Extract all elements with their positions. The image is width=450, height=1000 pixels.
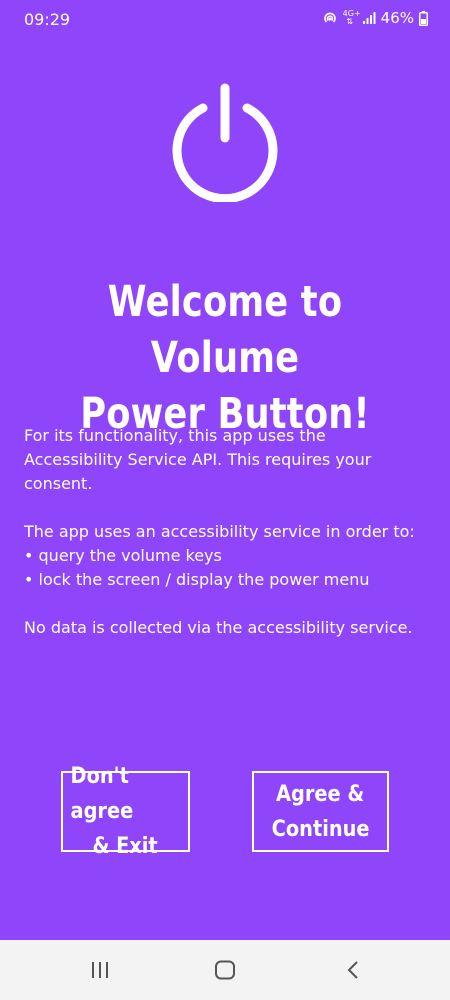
consent-text: For its functionality, this app uses the…	[24, 424, 429, 640]
privacy-paragraph: No data is collected via the accessibili…	[24, 618, 413, 637]
recent-apps-icon[interactable]	[87, 958, 113, 982]
power-icon	[172, 83, 278, 202]
disagree-button-line-2: & Exit	[92, 834, 159, 859]
network-arrows: ⇅	[346, 17, 353, 26]
back-icon[interactable]	[340, 958, 366, 982]
hotspot-icon	[323, 12, 336, 23]
disagree-exit-button[interactable]: Don't agree & Exit	[61, 764, 190, 859]
agree-continue-button[interactable]: Agree & Continue	[252, 771, 389, 852]
status-icons: 4G+ ⇅ 46%	[322, 9, 428, 27]
battery-percentage: 46%	[380, 9, 414, 27]
battery-icon	[419, 10, 428, 26]
bullet-item: • lock the screen / display the power me…	[24, 570, 370, 589]
disagree-button-line-1: Don't agree	[70, 764, 134, 824]
agree-button-line-1: Agree &	[276, 781, 365, 807]
status-bar: 09:29 4G+ ⇅ 46%	[0, 0, 450, 36]
uses-intro-paragraph: The app uses an accessibility service in…	[24, 522, 415, 541]
intro-paragraph: For its functionality, this app uses the…	[24, 426, 372, 493]
network-4g-icon: 4G+ ⇅	[343, 10, 361, 26]
status-time: 09:29	[24, 10, 71, 29]
agree-button-line-2: Continue	[271, 816, 370, 842]
signal-icon	[362, 12, 376, 24]
title-line-1: Welcome to Volume	[107, 277, 343, 383]
home-icon[interactable]	[212, 958, 238, 982]
bullet-item: • query the volume keys	[24, 546, 222, 565]
page-title: Welcome to Volume Power Button!	[41, 274, 410, 442]
navigation-bar	[0, 940, 450, 1000]
